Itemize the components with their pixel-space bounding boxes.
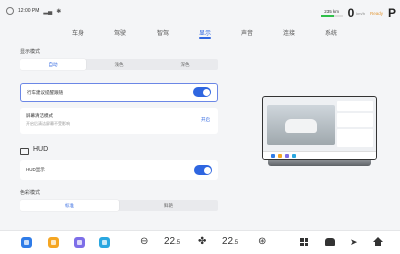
screen-cleaning-sub: 开启后清洁屏幕不受影响: [26, 121, 70, 126]
gear-indicator: P: [387, 6, 396, 20]
tab-smart-driving[interactable]: 智驾: [157, 28, 169, 37]
ambient-toggle-row[interactable]: 行车建议提醒跟随: [20, 83, 218, 102]
hud-title: HUD: [33, 146, 49, 153]
ambient-toggle-switch[interactable]: [193, 87, 211, 97]
fan-icon[interactable]: ✤: [198, 236, 206, 248]
speed-value: 0: [347, 6, 355, 20]
display-mode-title: 显示模式: [20, 49, 41, 55]
drive-mode: Ready: [369, 10, 383, 16]
speed-unit: km/h: [356, 10, 365, 16]
tab-driving[interactable]: 驾驶: [114, 28, 126, 37]
hud-display-switch[interactable]: [194, 165, 212, 175]
tab-body[interactable]: 车身: [72, 28, 84, 37]
preview-stand: [268, 160, 371, 166]
hud-icon: [20, 148, 29, 155]
status-icon: [6, 7, 14, 15]
hud-display-row[interactable]: HUD显示: [20, 160, 218, 180]
status-bar: 12:00 PM ▂▄ ✱ 235 km 0 km/h Ready P: [0, 0, 400, 24]
app-icon-3[interactable]: [74, 237, 85, 248]
color-mode-title: 色彩模式: [20, 190, 41, 196]
preview-screen: [262, 96, 377, 160]
tab-display[interactable]: 显示: [199, 28, 211, 37]
battery-indicator: 235 km: [320, 9, 343, 17]
preview-panel: [337, 113, 373, 127]
app-icon-4[interactable]: [99, 237, 110, 248]
steering-icon[interactable]: ⊖: [140, 236, 148, 248]
car-icon[interactable]: [325, 238, 335, 246]
seat-heat-icon[interactable]: ⊛: [258, 236, 266, 248]
preview-panel: [337, 129, 373, 147]
hud-display-label: HUD显示: [26, 167, 45, 172]
screen-cleaning-button[interactable]: 开启: [201, 117, 210, 123]
ambient-toggle-label: 行车建议提醒跟随: [27, 90, 63, 95]
tab-sound[interactable]: 声音: [241, 28, 253, 37]
color-mode-selector: 标准 鲜艳: [20, 200, 218, 211]
display-mode-light[interactable]: 浅色: [86, 59, 152, 70]
apps-grid-icon[interactable]: [300, 238, 308, 246]
color-mode-vivid[interactable]: 鲜艳: [119, 200, 218, 211]
battery-bar: [320, 15, 343, 17]
app-icon-1[interactable]: [21, 237, 32, 248]
preview-dock: [263, 151, 376, 159]
clock: 12:00 PM: [18, 8, 40, 14]
temp-left[interactable]: 22.5: [164, 236, 180, 247]
display-mode-dark[interactable]: 深色: [152, 59, 218, 70]
color-mode-standard[interactable]: 标准: [20, 200, 119, 211]
display-mode-auto[interactable]: 自动: [20, 59, 86, 70]
screen-cleaning-row[interactable]: 屏幕清洁模式 开启后清洁屏幕不受影响 开启: [20, 108, 218, 134]
screen-cleaning-label: 屏幕清洁模式: [26, 113, 53, 118]
tab-connect[interactable]: 连接: [283, 28, 295, 37]
home-icon[interactable]: [373, 237, 383, 246]
settings-tabs: 车身 驾驶 智驾 显示 声音 连接 系统: [0, 28, 400, 42]
dock: ⊖ 22.5 ✤ 22.5 ⊛ ➤: [0, 230, 400, 254]
preview-car-image: [267, 105, 335, 145]
display-mode-selector: 自动 浅色 深色: [20, 59, 218, 70]
display-preview: [262, 96, 377, 170]
temp-right[interactable]: 22.5: [222, 236, 238, 247]
navigation-icon[interactable]: ➤: [350, 237, 358, 248]
settings-list: 显示模式 自动 浅色 深色 行车建议提醒跟随 屏幕清洁模式 开启后清洁屏幕不受影…: [20, 42, 225, 236]
preview-panel: [337, 101, 373, 111]
bluetooth-icon: ✱: [56, 8, 62, 15]
battery-range: 235 km: [324, 9, 339, 14]
signal-icon: ▂▄: [43, 8, 53, 15]
app-icon-2[interactable]: [48, 237, 59, 248]
tab-system[interactable]: 系统: [325, 28, 337, 37]
